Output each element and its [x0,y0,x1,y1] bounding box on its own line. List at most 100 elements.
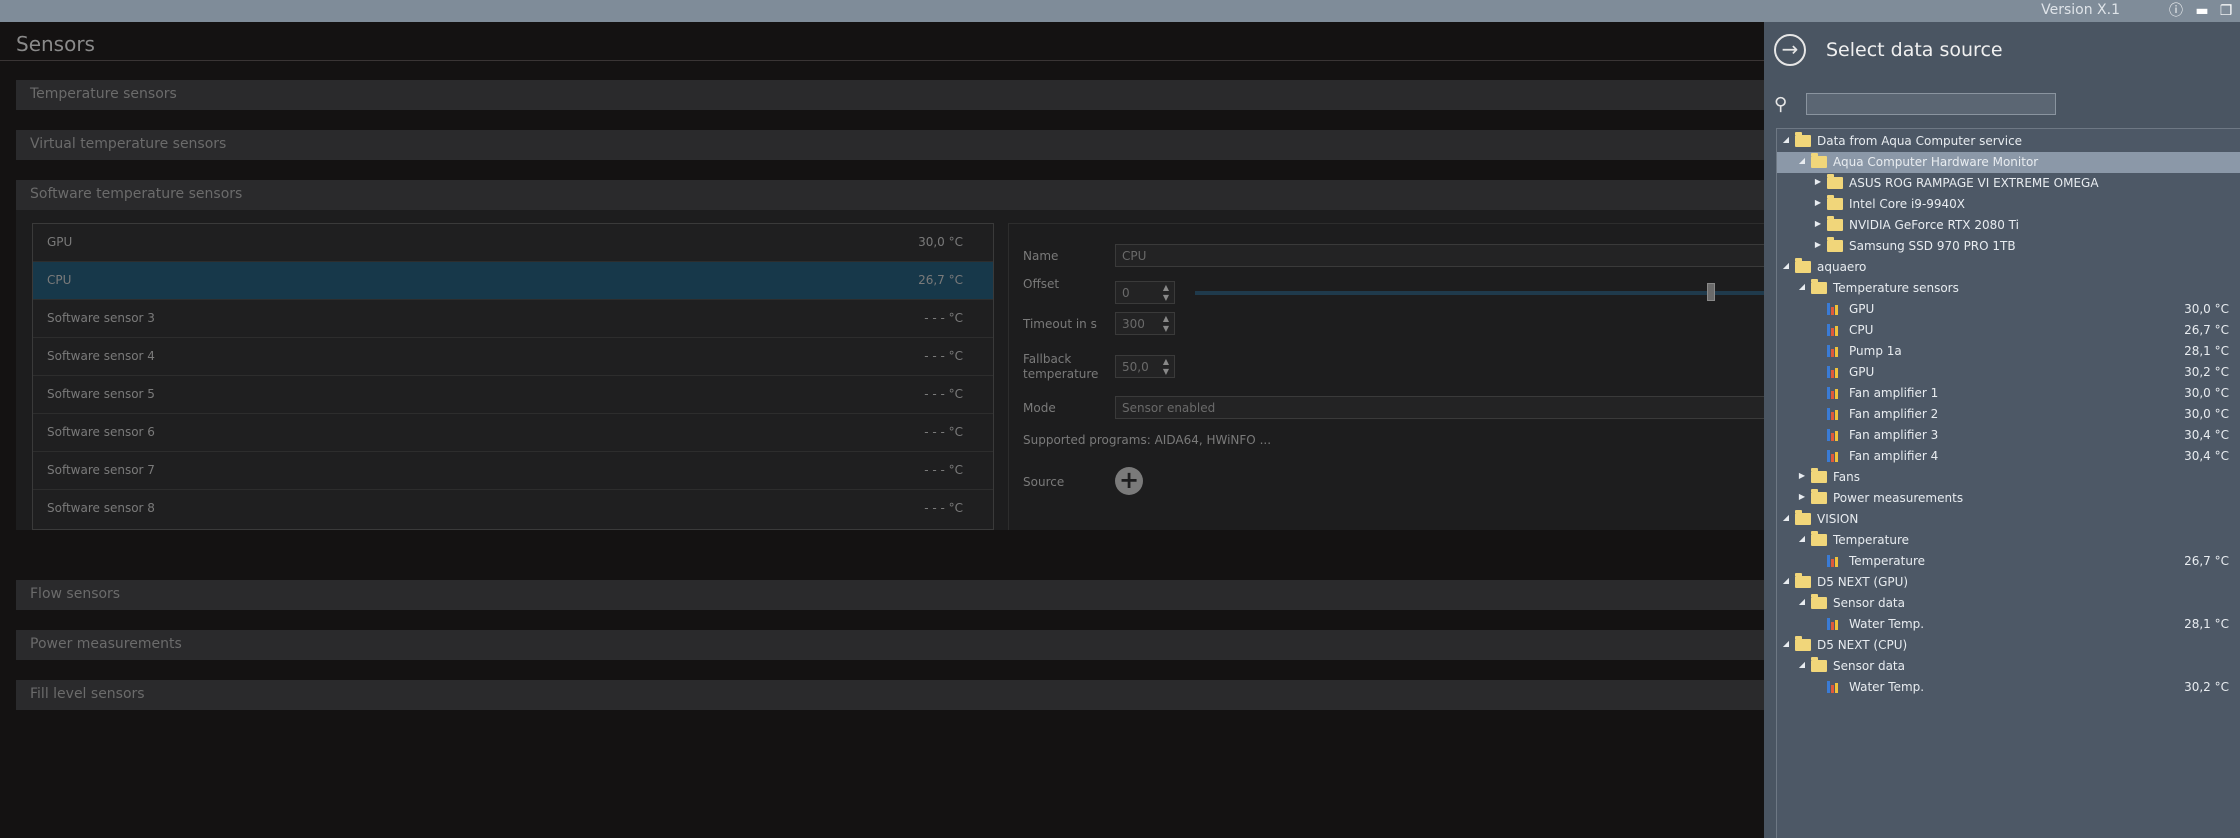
sensor-bars-icon [1827,324,1841,336]
expand-arrow-icon[interactable]: ▶ [1813,177,1823,186]
collapse-arrow-icon[interactable]: ◢ [1797,156,1807,165]
section-temperature-sensors[interactable]: Temperature sensors [16,80,1764,110]
tree-folder[interactable]: ▶ Samsung SSD 970 PRO 1TB [1777,236,2240,257]
decrement-icon[interactable]: ▼ [1160,293,1172,303]
sensor-row-3[interactable]: Software sensor 3 - - - °C [33,300,993,338]
decrement-icon[interactable]: ▼ [1160,367,1172,377]
tree-folder[interactable]: ▶ NVIDIA GeForce RTX 2080 Ti [1777,215,2240,236]
tree-label: aquaero [1817,260,1867,274]
sensor-row-6[interactable]: Software sensor 6 - - - °C [33,414,993,452]
section-flow-sensors[interactable]: Flow sensors [16,580,1764,610]
tree-sensor[interactable]: CPU 26,7 °C [1777,320,2240,341]
tree-value: 26,7 °C [2184,323,2229,337]
timeout-stepper[interactable]: 300 ▲ ▼ [1115,312,1175,335]
collapse-arrow-icon[interactable]: ◢ [1781,513,1791,522]
divider [0,60,1764,61]
expand-arrow-icon[interactable]: ▶ [1813,219,1823,228]
tree-sensor[interactable]: Fan amplifier 2 30,0 °C [1777,404,2240,425]
expand-arrow-icon[interactable]: ▶ [1813,240,1823,249]
tree-label: Aqua Computer Hardware Monitor [1833,155,2039,169]
sensor-bars-icon [1827,681,1841,693]
minimize-icon[interactable]: ▬ [2192,1,2212,21]
search-input[interactable] [1806,93,2056,115]
folder-icon [1795,636,1811,651]
tree-folder[interactable]: ▶ Power measurements [1777,488,2240,509]
folder-icon [1811,489,1827,504]
tree-folder[interactable]: ◢ D5 NEXT (GPU) [1777,572,2240,593]
section-power-measurements[interactable]: Power measurements [16,630,1764,660]
tree-folder[interactable]: ◢ Data from Aqua Computer service [1777,131,2240,152]
sensor-bar [1835,452,1838,462]
sensor-bars-icon [1827,345,1841,357]
sensor-row-5[interactable]: Software sensor 5 - - - °C [33,376,993,414]
tree-folder[interactable]: ◢ Temperature sensors [1777,278,2240,299]
expand-arrow-icon[interactable]: ▶ [1797,492,1807,501]
sensor-row-gpu[interactable]: GPU 30,0 °C [33,224,993,262]
folder-icon [1811,279,1827,294]
sensor-row-4[interactable]: Software sensor 4 - - - °C [33,338,993,376]
collapse-arrow-icon[interactable]: ◢ [1781,639,1791,648]
collapse-arrow-icon[interactable]: ◢ [1797,597,1807,606]
sensor-detail-panel: Name CPU Offset 0 ▲ ▼ Timeout in s 300 ▲… [1008,223,1765,530]
restore-icon[interactable]: ❐ [2216,1,2236,21]
tree-folder[interactable]: ◢ Aqua Computer Hardware Monitor [1777,152,2240,173]
mode-select[interactable]: Sensor enabled [1115,396,1765,419]
collapse-arrow-icon[interactable]: ◢ [1781,135,1791,144]
folder-icon [1795,258,1811,273]
tree-sensor[interactable]: Water Temp. 30,2 °C [1777,677,2240,698]
collapse-arrow-icon[interactable]: ◢ [1781,261,1791,270]
sensor-name: Software sensor 6 [47,425,155,439]
tree-sensor[interactable]: Fan amplifier 4 30,4 °C [1777,446,2240,467]
tree-folder[interactable]: ◢ VISION [1777,509,2240,530]
increment-icon[interactable]: ▲ [1160,283,1172,293]
add-source-button[interactable]: + [1115,467,1143,495]
tree-label: GPU [1849,302,1875,316]
tree-folder[interactable]: ▶ Intel Core i9-9940X [1777,194,2240,215]
tree-sensor[interactable]: Pump 1a 28,1 °C [1777,341,2240,362]
sensor-row-8[interactable]: Software sensor 8 - - - °C [33,490,993,528]
fallback-label: Fallback [1023,352,1072,366]
collapse-arrow-icon[interactable]: ◢ [1781,576,1791,585]
fallback-stepper[interactable]: 50,0 ▲ ▼ [1115,355,1175,378]
tree-folder[interactable]: ▶ Fans [1777,467,2240,488]
tree-sensor[interactable]: Fan amplifier 3 30,4 °C [1777,425,2240,446]
section-fill-level-sensors[interactable]: Fill level sensors [16,680,1764,710]
tree-folder[interactable]: ◢ Sensor data [1777,593,2240,614]
tree-label: D5 NEXT (GPU) [1817,575,1909,589]
tree-label: D5 NEXT (CPU) [1817,638,1908,652]
offset-slider[interactable] [1195,291,1765,295]
folder-icon [1827,237,1843,252]
offset-stepper[interactable]: 0 ▲ ▼ [1115,281,1175,304]
section-virtual-temperature-sensors[interactable]: Virtual temperature sensors [16,130,1764,160]
tree-sensor[interactable]: Temperature 26,7 °C [1777,551,2240,572]
info-icon[interactable]: ⓘ [2166,1,2186,21]
expand-arrow-icon[interactable]: ▶ [1797,471,1807,480]
offset-slider-handle[interactable] [1707,283,1715,301]
collapse-arrow-icon[interactable]: ◢ [1797,282,1807,291]
folder-icon [1795,510,1811,525]
name-field[interactable]: CPU [1115,244,1765,267]
close-panel-arrow-icon[interactable]: → [1774,34,1806,66]
expand-arrow-icon[interactable]: ▶ [1813,198,1823,207]
tree-sensor[interactable]: Fan amplifier 1 30,0 °C [1777,383,2240,404]
tree-folder[interactable]: ◢ Sensor data [1777,656,2240,677]
tree-folder[interactable]: ▶ ASUS ROG RAMPAGE VI EXTREME OMEGA [1777,173,2240,194]
collapse-arrow-icon[interactable]: ◢ [1797,534,1807,543]
decrement-icon[interactable]: ▼ [1160,324,1172,334]
tree-folder[interactable]: ◢ Temperature [1777,530,2240,551]
sensor-bar [1827,324,1830,336]
sensor-row-7[interactable]: Software sensor 7 - - - °C [33,452,993,490]
tree-sensor[interactable]: Water Temp. 28,1 °C [1777,614,2240,635]
section-software-temperature-sensors[interactable]: Software temperature sensors [16,180,1764,210]
increment-icon[interactable]: ▲ [1160,314,1172,324]
tree-folder[interactable]: ◢ D5 NEXT (CPU) [1777,635,2240,656]
tree-sensor[interactable]: GPU 30,0 °C [1777,299,2240,320]
collapse-arrow-icon[interactable]: ◢ [1797,660,1807,669]
sensor-row-cpu[interactable]: CPU 26,7 °C [33,262,993,300]
sensor-bar [1831,391,1834,399]
timeout-label: Timeout in s [1023,317,1097,331]
tree-label: Sensor data [1833,659,1905,673]
tree-sensor[interactable]: GPU 30,2 °C [1777,362,2240,383]
tree-folder[interactable]: ◢ aquaero [1777,257,2240,278]
increment-icon[interactable]: ▲ [1160,357,1172,367]
